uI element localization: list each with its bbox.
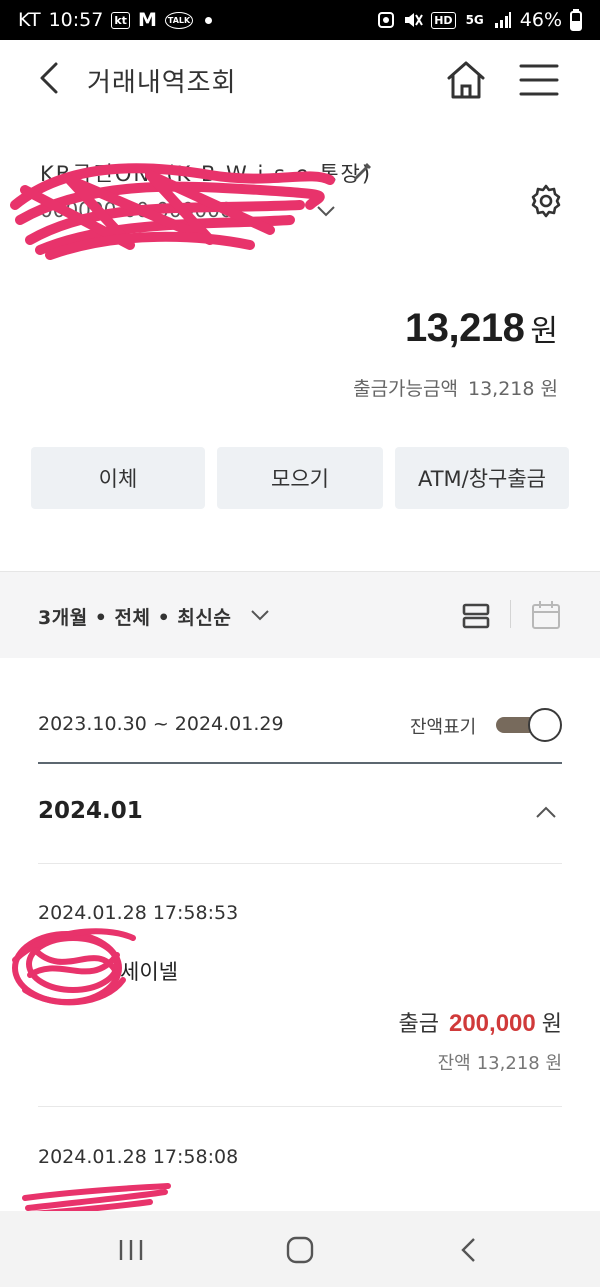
save-button[interactable]: 모으기 — [217, 447, 383, 509]
collapse-chevron-up-icon[interactable] — [534, 804, 558, 822]
balance-unit: 원 — [530, 314, 558, 349]
account-select-chevron-down-icon[interactable] — [315, 202, 337, 220]
edit-name-pencil-icon[interactable] — [350, 160, 374, 184]
hd-voice-icon: HD — [431, 11, 456, 29]
transaction-balance: 잔액 13,218 원 — [438, 1049, 562, 1075]
back-button-icon[interactable] — [458, 1236, 478, 1264]
back-arrow-icon[interactable] — [32, 60, 68, 96]
withdraw-amount: 200,000 — [448, 1010, 536, 1037]
period-range: 2023.10.30 ~ 2024.01.29 — [38, 713, 284, 735]
signal-icon — [494, 12, 511, 28]
account-number[interactable]: 000000-00-000000 — [40, 198, 233, 222]
5g-icon: 5G — [465, 13, 484, 27]
page-title: 거래내역조회 — [87, 68, 237, 98]
action-buttons: 이체 모으기 ATM/창구출금 — [31, 447, 569, 509]
list-view-icon[interactable] — [461, 601, 491, 631]
transaction-counterparty: 세이넬 — [120, 960, 178, 984]
list-divider — [38, 1106, 562, 1107]
account-type-label: (K B W i s e 통장) — [166, 162, 373, 186]
balance-label: 잔액 — [437, 1053, 471, 1074]
toggle-knob — [528, 708, 562, 742]
amount-unit: 원 — [541, 1012, 562, 1037]
system-navigation-bar — [0, 1211, 600, 1287]
chevron-down-icon[interactable] — [250, 607, 270, 623]
status-bar: KT 10:57 kt M TALK HD 5G 46% — [0, 0, 600, 40]
gear-icon[interactable] — [528, 183, 564, 219]
app-header: 거래내역조회 — [0, 40, 600, 118]
filter-dropdown[interactable]: 3개월 • 전체 • 최신순 — [38, 603, 231, 630]
available-amount: 13,218 원 — [467, 378, 558, 400]
transaction-amount: 출금 200,000 원 — [399, 1006, 563, 1038]
available-withdrawal: 출금가능금액 13,218 원 — [353, 374, 558, 401]
available-label: 출금가능금액 — [353, 378, 458, 400]
account-balance: 13,218 원 — [405, 306, 558, 351]
balance-after: 13,218 원 — [476, 1053, 562, 1074]
transaction-datetime: 2024.01.28 17:58:08 — [38, 1146, 239, 1168]
hamburger-menu-icon[interactable] — [518, 60, 560, 100]
filter-bar: 3개월 • 전체 • 최신순 — [0, 572, 600, 658]
mail-notification-icon: M — [137, 9, 157, 31]
list-divider — [38, 863, 562, 864]
battery-level: 46% — [519, 9, 562, 31]
home-button-icon[interactable] — [286, 1236, 314, 1264]
month-group-label: 2024.01 — [38, 798, 143, 824]
transfer-button[interactable]: 이체 — [31, 447, 205, 509]
filter-separator — [510, 600, 511, 628]
show-balance-label: 잔액표기 — [410, 717, 477, 738]
atm-withdrawal-button[interactable]: ATM/창구출금 — [395, 447, 569, 509]
kt-notification-icon: kt — [111, 11, 130, 29]
more-notifications-dot — [205, 16, 213, 24]
kakaotalk-notification-icon: TALK — [164, 11, 194, 29]
transaction-type: 출금 — [398, 1012, 439, 1037]
show-balance-toggle[interactable] — [496, 708, 562, 742]
period-underline — [38, 762, 562, 764]
calendar-icon[interactable] — [530, 599, 562, 631]
carrier-label: KT — [18, 9, 41, 31]
account-name: KB국민ONE(K B W i s e 통장) — [40, 162, 373, 186]
recent-apps-icon[interactable] — [117, 1238, 145, 1262]
alarm-icon — [378, 12, 395, 28]
home-icon[interactable] — [444, 58, 488, 102]
clock: 10:57 — [48, 9, 104, 31]
battery-icon — [570, 9, 582, 31]
mute-icon — [405, 13, 424, 27]
transaction-datetime: 2024.01.28 17:58:53 — [38, 902, 239, 924]
balance-amount: 13,218 — [405, 306, 525, 350]
